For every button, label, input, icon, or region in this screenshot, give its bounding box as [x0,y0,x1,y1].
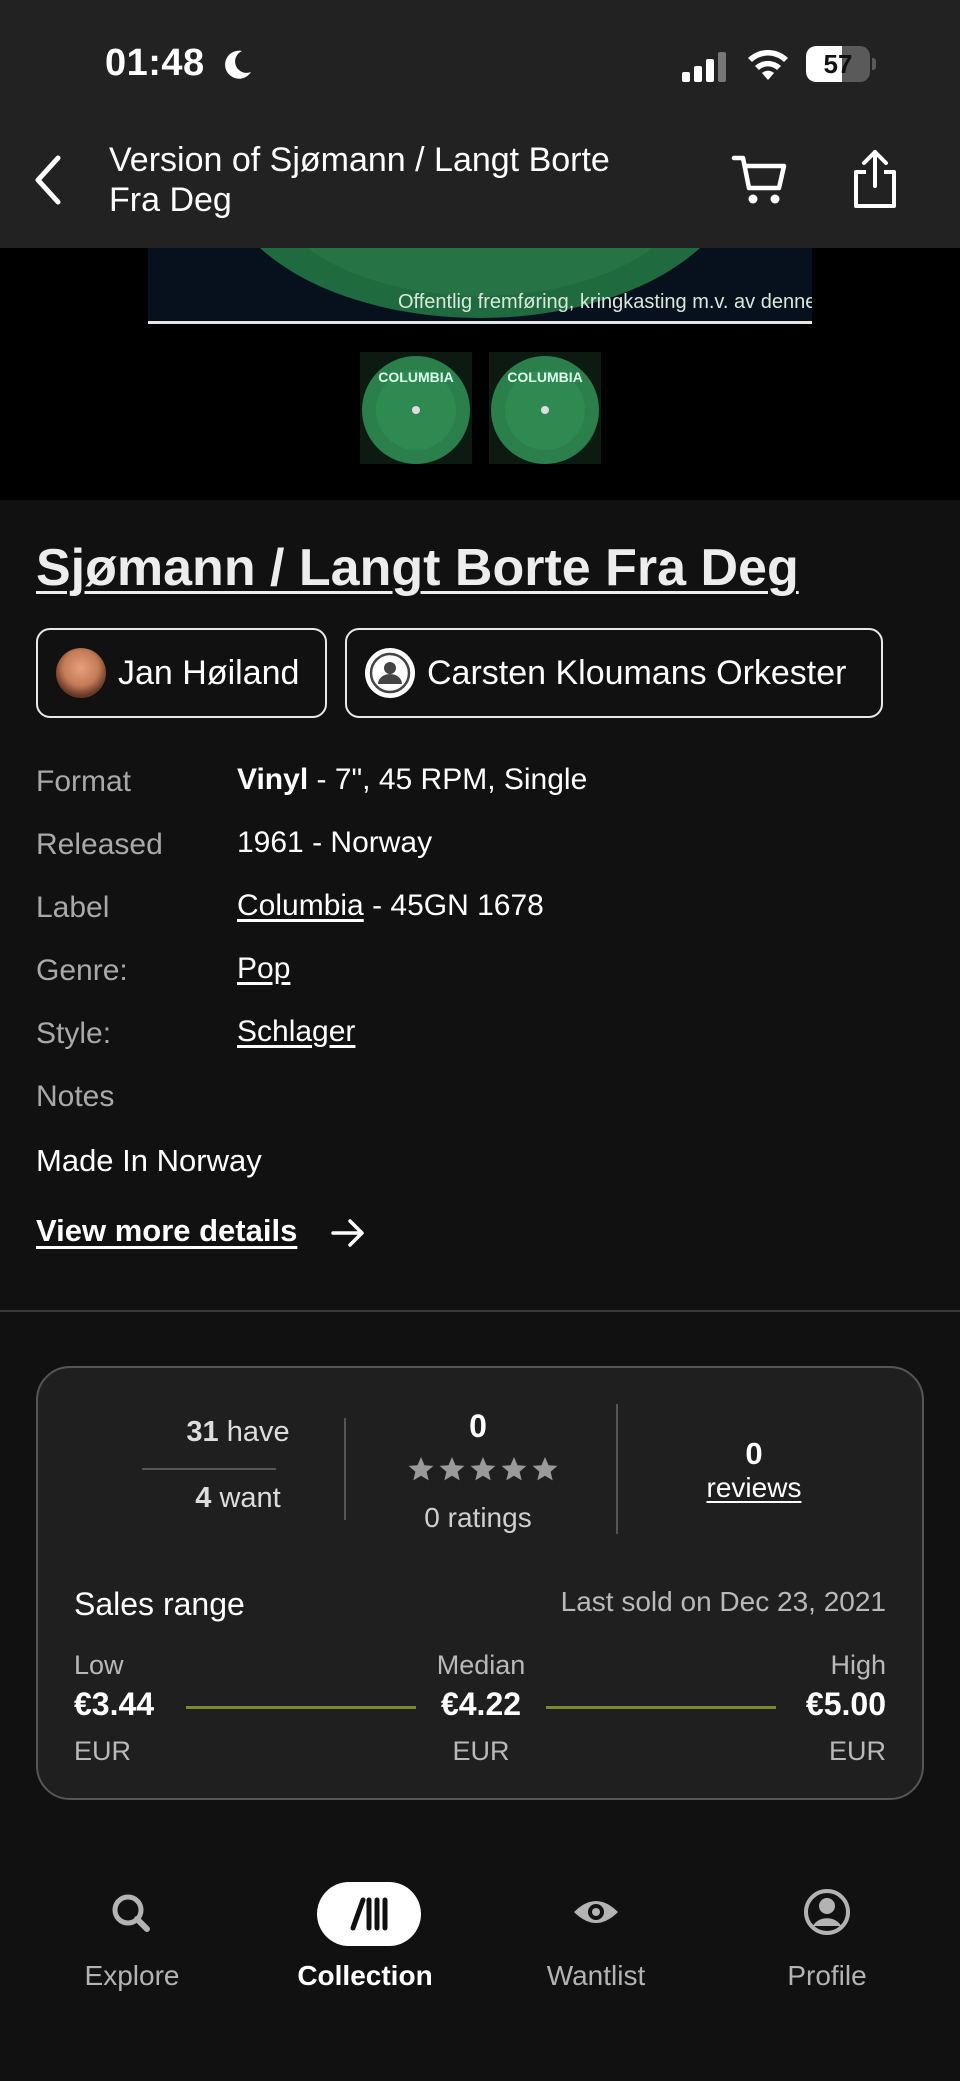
image-gallery: Offentlig fremføring, kringkasting m.v. … [0,248,960,500]
style-link[interactable]: Schlager [237,1015,355,1048]
label-link[interactable]: Columbia [237,889,364,922]
battery-level-text: 57 [823,49,853,79]
have-want-separator [142,1468,276,1470]
have-stat[interactable]: 31 have [158,1416,318,1449]
genre-link[interactable]: Pop [237,952,290,985]
reviews-link[interactable]: reviews [694,1472,814,1504]
released-label: Released [36,828,163,861]
sales-range-title: Sales range [74,1586,245,1622]
star-icon [408,1457,434,1481]
cover-rim-text: Offentlig fremføring, kringkasting m.v. … [398,291,812,313]
view-more-details-link[interactable]: View more details [36,1213,297,1249]
wifi-icon [748,50,788,80]
genre-label: Genre: [36,954,128,987]
median-label: Median [436,1650,526,1680]
high-currency: EUR [828,1736,886,1766]
artist-name: Jan Høiland [118,653,300,692]
header-title: Version of Sjømann / Langt Borte Fra Deg [109,141,610,219]
section-divider [0,1310,960,1312]
last-sold-text: Last sold on Dec 23, 2021 [560,1586,886,1617]
thumbnail-2[interactable]: COLUMBIA [489,352,601,464]
want-stat[interactable]: 4 want [158,1482,318,1515]
have-label: have [226,1416,290,1448]
have-count: 31 [186,1416,219,1448]
notes-text: Made In Norway [36,1143,262,1178]
star-icon [470,1457,496,1481]
moon-icon [225,50,251,79]
format-value: Vinyl - 7", 45 RPM, Single [237,763,587,797]
tab-label: Wantlist [546,1960,646,1991]
low-price: €3.44 [74,1686,155,1722]
star-icon [532,1457,558,1481]
artist-chip-jan-hoiland[interactable]: Jan Høiland [36,628,327,718]
tab-bar: Explore Collection Wantlist Profile [0,1842,960,2081]
eye-icon [574,1901,618,1923]
release-title[interactable]: Sjømann / Langt Borte Fra Deg [36,538,799,598]
reviews-count: 0 [745,1436,763,1471]
style-value: Schlager [237,1015,355,1049]
low-currency: EUR [74,1736,132,1766]
star-icon [439,1457,465,1481]
tab-label: Explore [84,1960,180,1991]
high-price: €5.00 [805,1686,886,1722]
median-price: €4.22 [440,1686,522,1722]
want-count: 4 [195,1482,212,1514]
tab-profile[interactable]: Profile [717,1882,937,2012]
format-label: Format [36,765,132,798]
ratings-count: 0 ratings [424,1502,532,1533]
thumbnail-label: COLUMBIA [378,369,453,385]
arrow-right-icon[interactable] [330,1216,366,1250]
median-currency: EUR [452,1736,510,1766]
tab-label: Collection [297,1960,433,1991]
stats-separator [344,1418,346,1520]
person-icon [365,648,415,698]
low-label: Low [74,1650,124,1680]
label-value: Columbia - 45GN 1678 [237,889,544,923]
rating-stars[interactable] [408,1456,558,1486]
avatar [56,648,106,698]
label-label: Label [36,891,110,924]
want-label: want [219,1482,281,1514]
tab-explore[interactable]: Explore [22,1882,242,2012]
stats-card: 31 have 4 want 0 0 ratings 0 reviews Sal… [36,1366,924,1800]
tab-label: Profile [787,1960,867,1991]
battery-icon: 57 [806,46,876,82]
artist-name: Carsten Kloumans Orkester [427,653,847,692]
format-details: - 7", 45 RPM, Single [308,763,588,796]
tab-wantlist[interactable]: Wantlist [486,1882,706,2012]
range-line-high [546,1706,776,1709]
collection-icon [315,1882,421,1946]
thumbnail-1[interactable]: COLUMBIA [360,352,472,464]
status-time: 01:48 [105,42,205,84]
cart-button[interactable] [730,152,790,208]
released-value: 1961 - Norway [237,826,433,859]
share-button[interactable] [848,148,902,210]
high-label: High [830,1650,886,1680]
search-icon [112,1894,150,1932]
signal-icon [682,52,726,82]
back-button[interactable] [26,150,70,210]
top-bar: 01:48 57 Version of Sjømann / Langt Bort… [0,0,960,248]
genre-value: Pop [237,952,290,986]
style-label: Style: [36,1017,112,1050]
tab-collection[interactable]: Collection [255,1882,475,2012]
thumbnail-label: COLUMBIA [507,369,582,385]
artist-chip-carsten-kloumans[interactable]: Carsten Kloumans Orkester [345,628,883,718]
main-cover-image[interactable]: Offentlig fremføring, kringkasting m.v. … [148,248,812,324]
profile-icon [804,1889,850,1935]
average-rating: 0 [469,1408,487,1444]
notes-label: Notes [36,1080,115,1113]
stats-separator [616,1404,618,1534]
catalog-number: - 45GN 1678 [363,889,544,922]
range-line-low [186,1706,416,1709]
format-type: Vinyl [237,763,309,796]
star-icon [501,1457,527,1481]
